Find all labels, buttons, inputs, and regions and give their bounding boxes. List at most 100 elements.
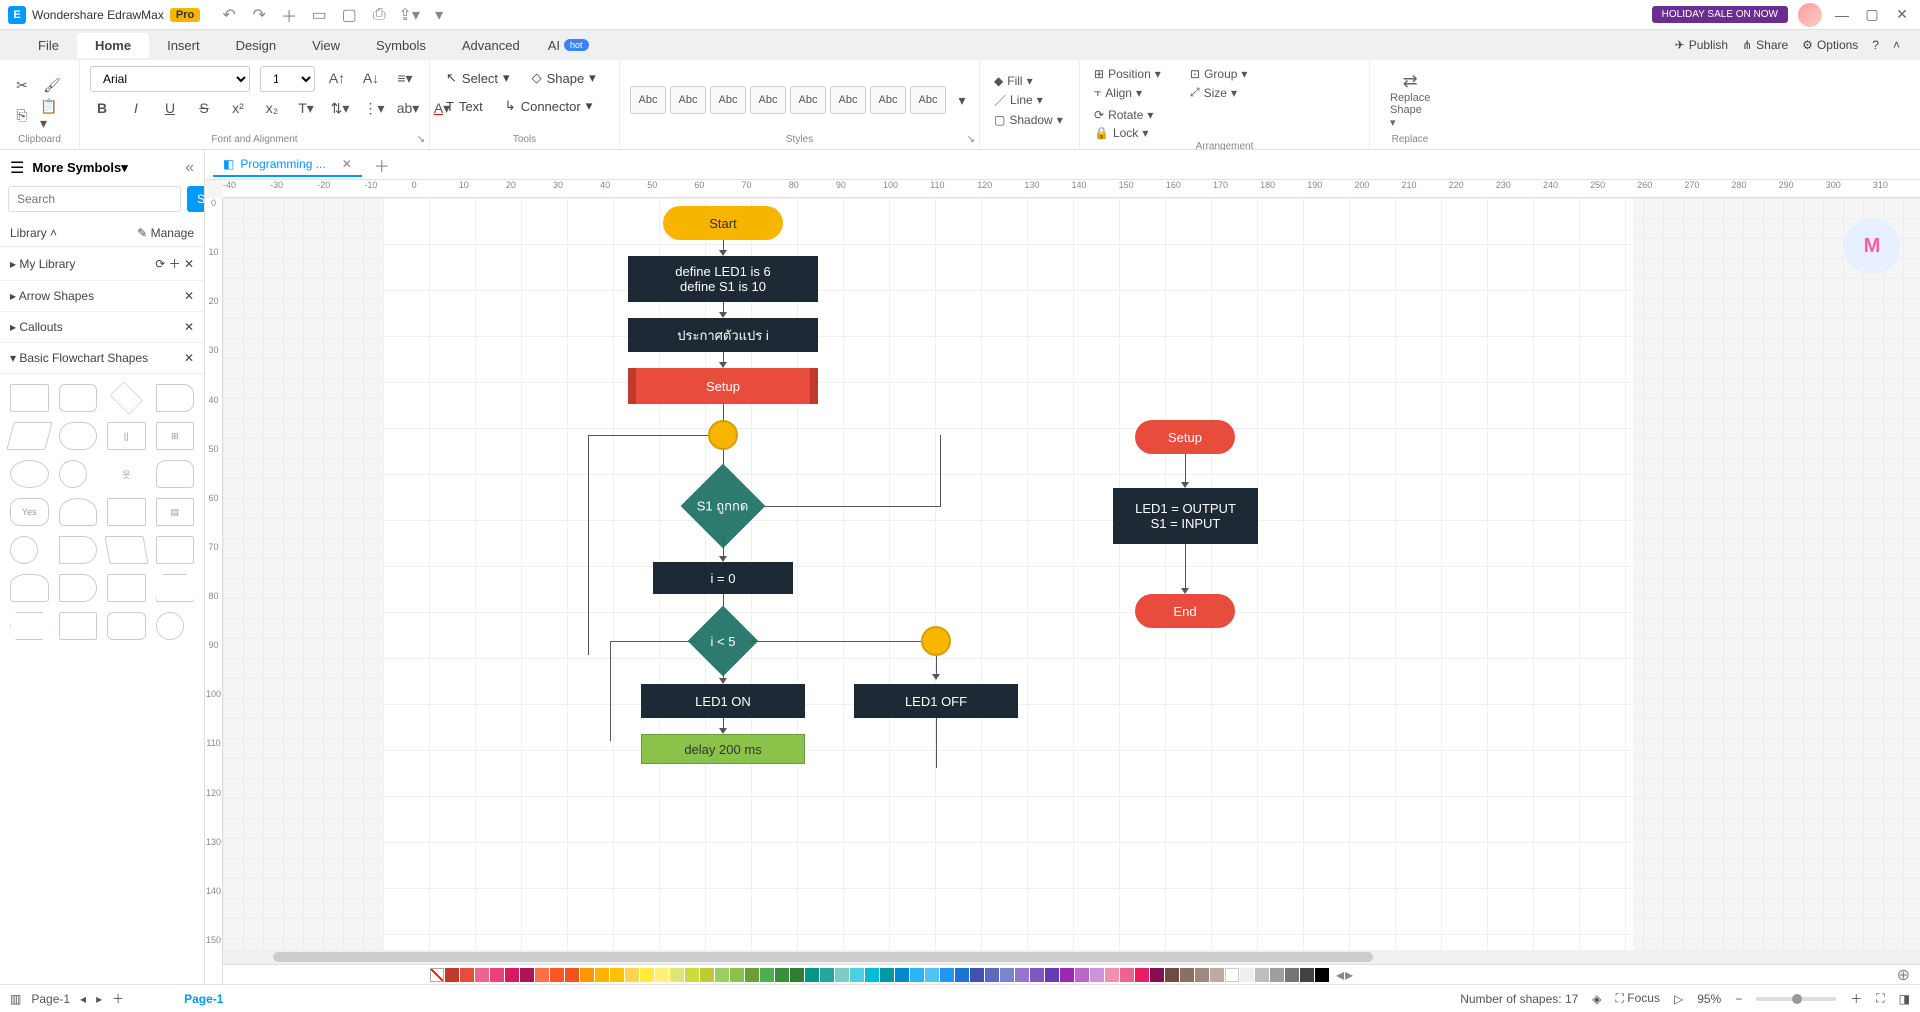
styles-expand-icon[interactable]: ↘ xyxy=(967,134,975,145)
minimize-icon[interactable]: — xyxy=(1832,5,1852,25)
shape-rect[interactable] xyxy=(10,384,49,412)
menu-insert[interactable]: Insert xyxy=(149,33,218,58)
color-swatch[interactable] xyxy=(955,968,969,982)
avatar[interactable] xyxy=(1798,3,1822,27)
shape-user[interactable] xyxy=(156,460,195,488)
color-swatch[interactable] xyxy=(640,968,654,982)
style-swatch[interactable]: Abc xyxy=(630,86,666,114)
color-swatch[interactable] xyxy=(775,968,789,982)
help-icon[interactable]: ? xyxy=(1872,38,1879,52)
document-tab[interactable]: ◧ Programming ... ✕ xyxy=(213,153,362,177)
page-prev-icon[interactable]: ◂ xyxy=(80,992,86,1006)
color-swatch[interactable] xyxy=(1045,968,1059,982)
sale-badge[interactable]: HOLIDAY SALE ON NOW xyxy=(1652,6,1788,23)
fullscreen-icon[interactable]: ⛶ xyxy=(1876,991,1884,1006)
shape-manual[interactable] xyxy=(105,536,148,564)
open-icon[interactable]: ▭ xyxy=(310,6,328,24)
focus-button[interactable]: ⛶ Focus xyxy=(1616,991,1660,1006)
shape-delay[interactable] xyxy=(59,536,98,564)
collapse-ribbon-icon[interactable]: ˄ xyxy=(1893,38,1900,52)
color-more-icon[interactable]: ⊕ xyxy=(1897,965,1910,985)
color-scroll-right-icon[interactable]: ▸ xyxy=(1345,965,1353,985)
color-swatch[interactable] xyxy=(625,968,639,982)
manage-link[interactable]: ✎ Manage xyxy=(137,226,194,240)
color-swatch[interactable] xyxy=(1195,968,1209,982)
shape-database[interactable] xyxy=(59,498,98,526)
style-swatch[interactable]: Abc xyxy=(870,86,906,114)
strike-icon[interactable]: S xyxy=(192,96,216,120)
color-swatch[interactable] xyxy=(745,968,759,982)
color-swatch[interactable] xyxy=(835,968,849,982)
color-swatch[interactable] xyxy=(655,968,669,982)
replace-shape-button[interactable]: ⇄ Replace Shape ▾ xyxy=(1380,67,1440,133)
size-button[interactable]: ⤢ Size ▾ xyxy=(1186,84,1276,101)
color-swatch[interactable] xyxy=(700,968,714,982)
color-swatch[interactable] xyxy=(565,968,579,982)
style-swatch[interactable]: Abc xyxy=(710,86,746,114)
color-swatch[interactable] xyxy=(865,968,879,982)
shape-summing[interactable] xyxy=(156,612,184,640)
shape-rounded[interactable] xyxy=(59,384,98,412)
redo-icon[interactable]: ↷ xyxy=(250,6,268,24)
color-swatch[interactable] xyxy=(985,968,999,982)
sidebar-collapse-icon[interactable]: « xyxy=(185,159,194,177)
options-link[interactable]: ⚙ Options xyxy=(1802,38,1858,52)
color-swatch[interactable] xyxy=(1165,968,1179,982)
section-arrow-shapes[interactable]: ▸ Arrow Shapes✕ xyxy=(0,281,204,312)
color-swatch[interactable] xyxy=(685,968,699,982)
position-button[interactable]: ⊞ Position ▾ xyxy=(1090,66,1180,82)
color-swatch[interactable] xyxy=(925,968,939,982)
shape-loop[interactable] xyxy=(107,612,146,640)
color-swatch[interactable] xyxy=(1255,968,1269,982)
color-swatch[interactable] xyxy=(580,968,594,982)
tab-close-icon[interactable]: ✕ xyxy=(342,157,352,171)
color-swatch[interactable] xyxy=(1270,968,1284,982)
color-none[interactable] xyxy=(430,968,444,982)
color-swatch[interactable] xyxy=(1225,968,1239,982)
shape-circle[interactable] xyxy=(59,460,87,488)
color-swatch[interactable] xyxy=(1300,968,1314,982)
color-scroll-left-icon[interactable]: ◂ xyxy=(1336,965,1344,985)
font-size-select[interactable]: 12 xyxy=(260,66,315,92)
shape-connector-2[interactable] xyxy=(921,626,951,656)
color-swatch[interactable] xyxy=(970,968,984,982)
highlight-icon[interactable]: ab▾ xyxy=(396,96,420,120)
shape-start[interactable]: Start xyxy=(663,206,783,240)
bullets-icon[interactable]: ⋮▾ xyxy=(362,96,386,120)
menu-ai[interactable]: AI hot xyxy=(548,38,589,53)
style-more-icon[interactable]: ▾ xyxy=(950,88,974,112)
fit-icon[interactable]: ▷ xyxy=(1674,992,1683,1006)
style-swatch[interactable]: Abc xyxy=(790,86,826,114)
shape-r-io[interactable]: LED1 = OUTPUTS1 = INPUT xyxy=(1113,488,1258,544)
shape-led-on[interactable]: LED1 ON xyxy=(641,684,805,718)
color-swatch[interactable] xyxy=(790,968,804,982)
connector-tool[interactable]: ↳ Connector ▾ xyxy=(499,94,598,118)
color-swatch[interactable] xyxy=(520,968,534,982)
rotate-button[interactable]: ⟳ Rotate ▾ xyxy=(1090,107,1180,123)
select-tool[interactable]: ↖ Select ▾ xyxy=(440,66,516,90)
color-swatch[interactable] xyxy=(610,968,624,982)
color-swatch[interactable] xyxy=(1285,968,1299,982)
search-button[interactable]: Search xyxy=(187,186,205,212)
color-swatch[interactable] xyxy=(445,968,459,982)
canvas[interactable]: Start define LED1 is 6define S1 is 10 ปร… xyxy=(223,198,1920,950)
increase-font-icon[interactable]: A↑ xyxy=(325,66,349,90)
lock-button[interactable]: 🔒 Lock ▾ xyxy=(1090,125,1180,141)
color-swatch[interactable] xyxy=(1180,968,1194,982)
menu-advanced[interactable]: Advanced xyxy=(444,33,538,58)
color-swatch[interactable] xyxy=(1315,968,1329,982)
color-swatch[interactable] xyxy=(895,968,909,982)
shape-actor[interactable]: 웃 xyxy=(107,460,146,488)
section-callouts[interactable]: ▸ Callouts✕ xyxy=(0,312,204,343)
shape-parallelogram[interactable] xyxy=(6,422,52,450)
italic-icon[interactable]: I xyxy=(124,96,148,120)
shape-connector[interactable] xyxy=(10,536,38,564)
color-swatch[interactable] xyxy=(460,968,474,982)
align-button[interactable]: ⫟ Align ▾ xyxy=(1090,84,1180,101)
color-swatch[interactable] xyxy=(880,968,894,982)
maximize-icon[interactable]: ▢ xyxy=(1862,5,1882,25)
export-icon[interactable]: ⇪▾ xyxy=(400,6,418,24)
color-swatch[interactable] xyxy=(1105,968,1119,982)
menu-view[interactable]: View xyxy=(294,33,358,58)
shape-i0[interactable]: i = 0 xyxy=(653,562,793,594)
